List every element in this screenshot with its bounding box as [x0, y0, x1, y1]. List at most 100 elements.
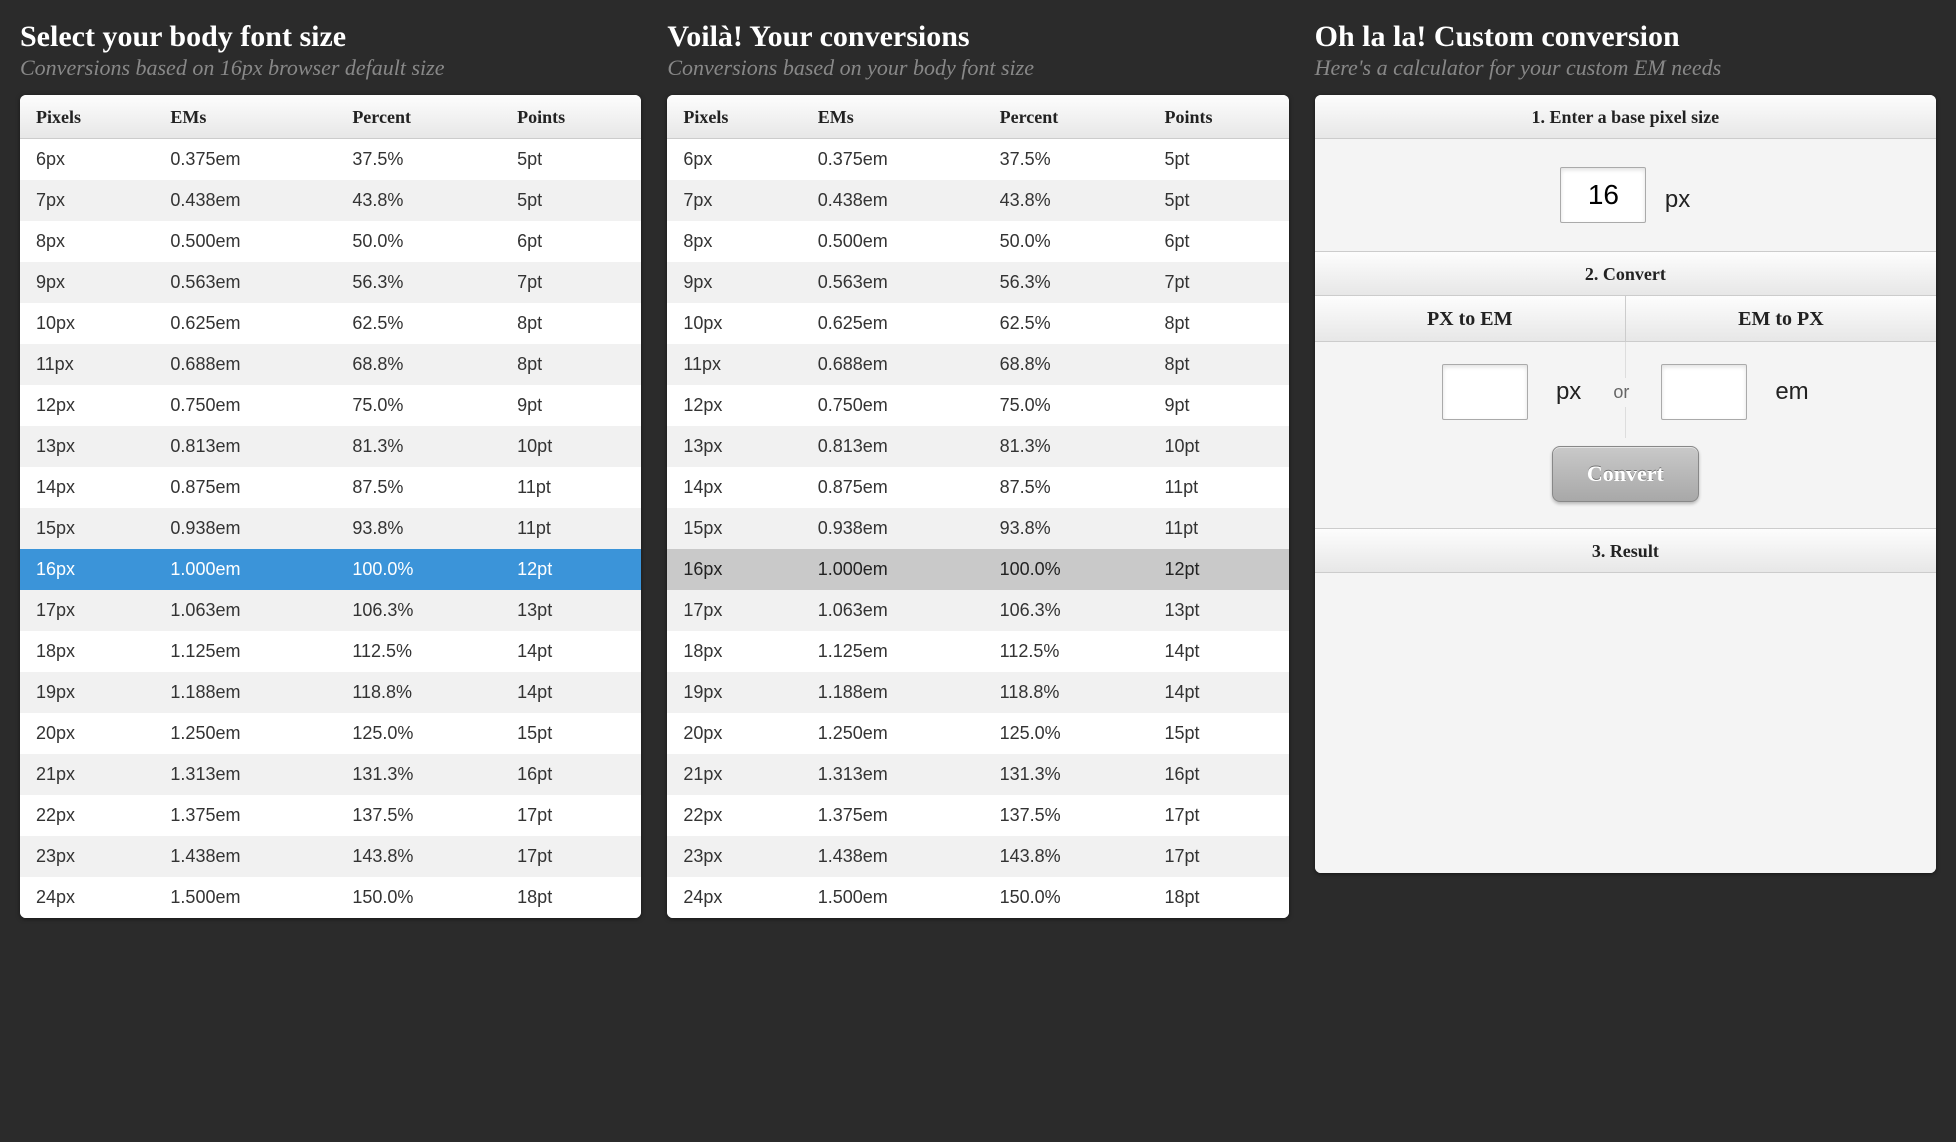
table-row: 8px0.500em50.0%6pt: [667, 221, 1288, 262]
table-row: 13px0.813em81.3%10pt: [667, 426, 1288, 467]
cell-pt: 8pt: [1148, 303, 1288, 344]
table-row[interactable]: 14px0.875em87.5%11pt: [20, 467, 641, 508]
table-row[interactable]: 22px1.375em137.5%17pt: [20, 795, 641, 836]
cell-px: 20px: [667, 713, 801, 754]
table-row[interactable]: 23px1.438em143.8%17pt: [20, 836, 641, 877]
cell-px: 6px: [667, 139, 801, 181]
table-row[interactable]: 18px1.125em112.5%14pt: [20, 631, 641, 672]
table-row[interactable]: 13px0.813em81.3%10pt: [20, 426, 641, 467]
table-row: 14px0.875em87.5%11pt: [667, 467, 1288, 508]
table-row[interactable]: 11px0.688em68.8%8pt: [20, 344, 641, 385]
cell-px: 22px: [20, 795, 154, 836]
cell-pt: 6pt: [501, 221, 641, 262]
cell-pt: 5pt: [1148, 180, 1288, 221]
cell-px: 18px: [20, 631, 154, 672]
table-row[interactable]: 21px1.313em131.3%16pt: [20, 754, 641, 795]
cell-px: 18px: [667, 631, 801, 672]
cell-pt: 12pt: [501, 549, 641, 590]
cell-pt: 11pt: [501, 508, 641, 549]
cell-em: 1.313em: [802, 754, 984, 795]
table-row[interactable]: 7px0.438em43.8%5pt: [20, 180, 641, 221]
th-pixels: Pixels: [667, 95, 801, 139]
table-row: 11px0.688em68.8%8pt: [667, 344, 1288, 385]
cell-pt: 17pt: [501, 836, 641, 877]
cell-em: 0.813em: [802, 426, 984, 467]
cell-pct: 56.3%: [336, 262, 501, 303]
cell-pct: 150.0%: [336, 877, 501, 918]
cell-pct: 37.5%: [336, 139, 501, 181]
col1-title: Select your body font size: [20, 20, 641, 53]
cell-pt: 5pt: [1148, 139, 1288, 181]
cell-em: 1.375em: [802, 795, 984, 836]
cell-px: 14px: [20, 467, 154, 508]
cell-pct: 75.0%: [984, 385, 1149, 426]
em-to-px-label: EM to PX: [1626, 296, 1936, 341]
em-input[interactable]: [1661, 364, 1747, 420]
cell-pt: 17pt: [501, 795, 641, 836]
th-ems: EMs: [154, 95, 336, 139]
cell-pt: 17pt: [1148, 836, 1288, 877]
cell-pct: 118.8%: [984, 672, 1149, 713]
or-label: or: [1605, 378, 1637, 407]
cell-pt: 5pt: [501, 139, 641, 181]
table-row[interactable]: 12px0.750em75.0%9pt: [20, 385, 641, 426]
px-input[interactable]: [1442, 364, 1528, 420]
cell-pct: 106.3%: [336, 590, 501, 631]
base-pixel-input[interactable]: [1560, 167, 1646, 223]
table-row[interactable]: 24px1.500em150.0%18pt: [20, 877, 641, 918]
cell-pct: 131.3%: [984, 754, 1149, 795]
cell-pt: 7pt: [501, 262, 641, 303]
cell-pt: 12pt: [1148, 549, 1288, 590]
cell-em: 0.750em: [802, 385, 984, 426]
table-row[interactable]: 6px0.375em37.5%5pt: [20, 139, 641, 181]
cell-px: 13px: [20, 426, 154, 467]
step2-heading: 2. Convert: [1315, 251, 1936, 296]
cell-pt: 17pt: [1148, 795, 1288, 836]
cell-pct: 81.3%: [984, 426, 1149, 467]
cell-pt: 8pt: [501, 303, 641, 344]
convert-button[interactable]: Convert: [1552, 446, 1699, 502]
cell-em: 0.875em: [802, 467, 984, 508]
cell-pct: 137.5%: [336, 795, 501, 836]
table-row[interactable]: 9px0.563em56.3%7pt: [20, 262, 641, 303]
cell-pct: 131.3%: [336, 754, 501, 795]
th-percent: Percent: [336, 95, 501, 139]
table-row[interactable]: 8px0.500em50.0%6pt: [20, 221, 641, 262]
cell-pct: 43.8%: [984, 180, 1149, 221]
cell-pct: 118.8%: [336, 672, 501, 713]
table-row[interactable]: 10px0.625em62.5%8pt: [20, 303, 641, 344]
cell-pct: 150.0%: [984, 877, 1149, 918]
table-row[interactable]: 19px1.188em118.8%14pt: [20, 672, 641, 713]
cell-px: 15px: [667, 508, 801, 549]
table-row[interactable]: 20px1.250em125.0%15pt: [20, 713, 641, 754]
body-font-size-column: Select your body font size Conversions b…: [20, 20, 641, 918]
cell-pct: 112.5%: [984, 631, 1149, 672]
cell-px: 17px: [20, 590, 154, 631]
cell-em: 0.938em: [154, 508, 336, 549]
cell-px: 6px: [20, 139, 154, 181]
table-row[interactable]: 16px1.000em100.0%12pt: [20, 549, 641, 590]
cell-pt: 18pt: [1148, 877, 1288, 918]
cell-pt: 15pt: [1148, 713, 1288, 754]
cell-pct: 56.3%: [984, 262, 1149, 303]
custom-conversion-column: Oh la la! Custom conversion Here's a cal…: [1315, 20, 1936, 918]
table-row: 19px1.188em118.8%14pt: [667, 672, 1288, 713]
cell-pct: 68.8%: [984, 344, 1149, 385]
cell-px: 16px: [20, 549, 154, 590]
cell-pt: 14pt: [1148, 672, 1288, 713]
cell-pt: 10pt: [501, 426, 641, 467]
cell-px: 23px: [20, 836, 154, 877]
cell-px: 21px: [667, 754, 801, 795]
table-row[interactable]: 17px1.063em106.3%13pt: [20, 590, 641, 631]
cell-px: 9px: [20, 262, 154, 303]
cell-px: 13px: [667, 426, 801, 467]
table-row[interactable]: 15px0.938em93.8%11pt: [20, 508, 641, 549]
th-percent: Percent: [984, 95, 1149, 139]
cell-pct: 143.8%: [984, 836, 1149, 877]
cell-pt: 13pt: [501, 590, 641, 631]
cell-em: 1.125em: [802, 631, 984, 672]
cell-em: 1.000em: [154, 549, 336, 590]
cell-px: 20px: [20, 713, 154, 754]
px-unit: px: [1556, 378, 1581, 406]
cell-em: 1.250em: [154, 713, 336, 754]
